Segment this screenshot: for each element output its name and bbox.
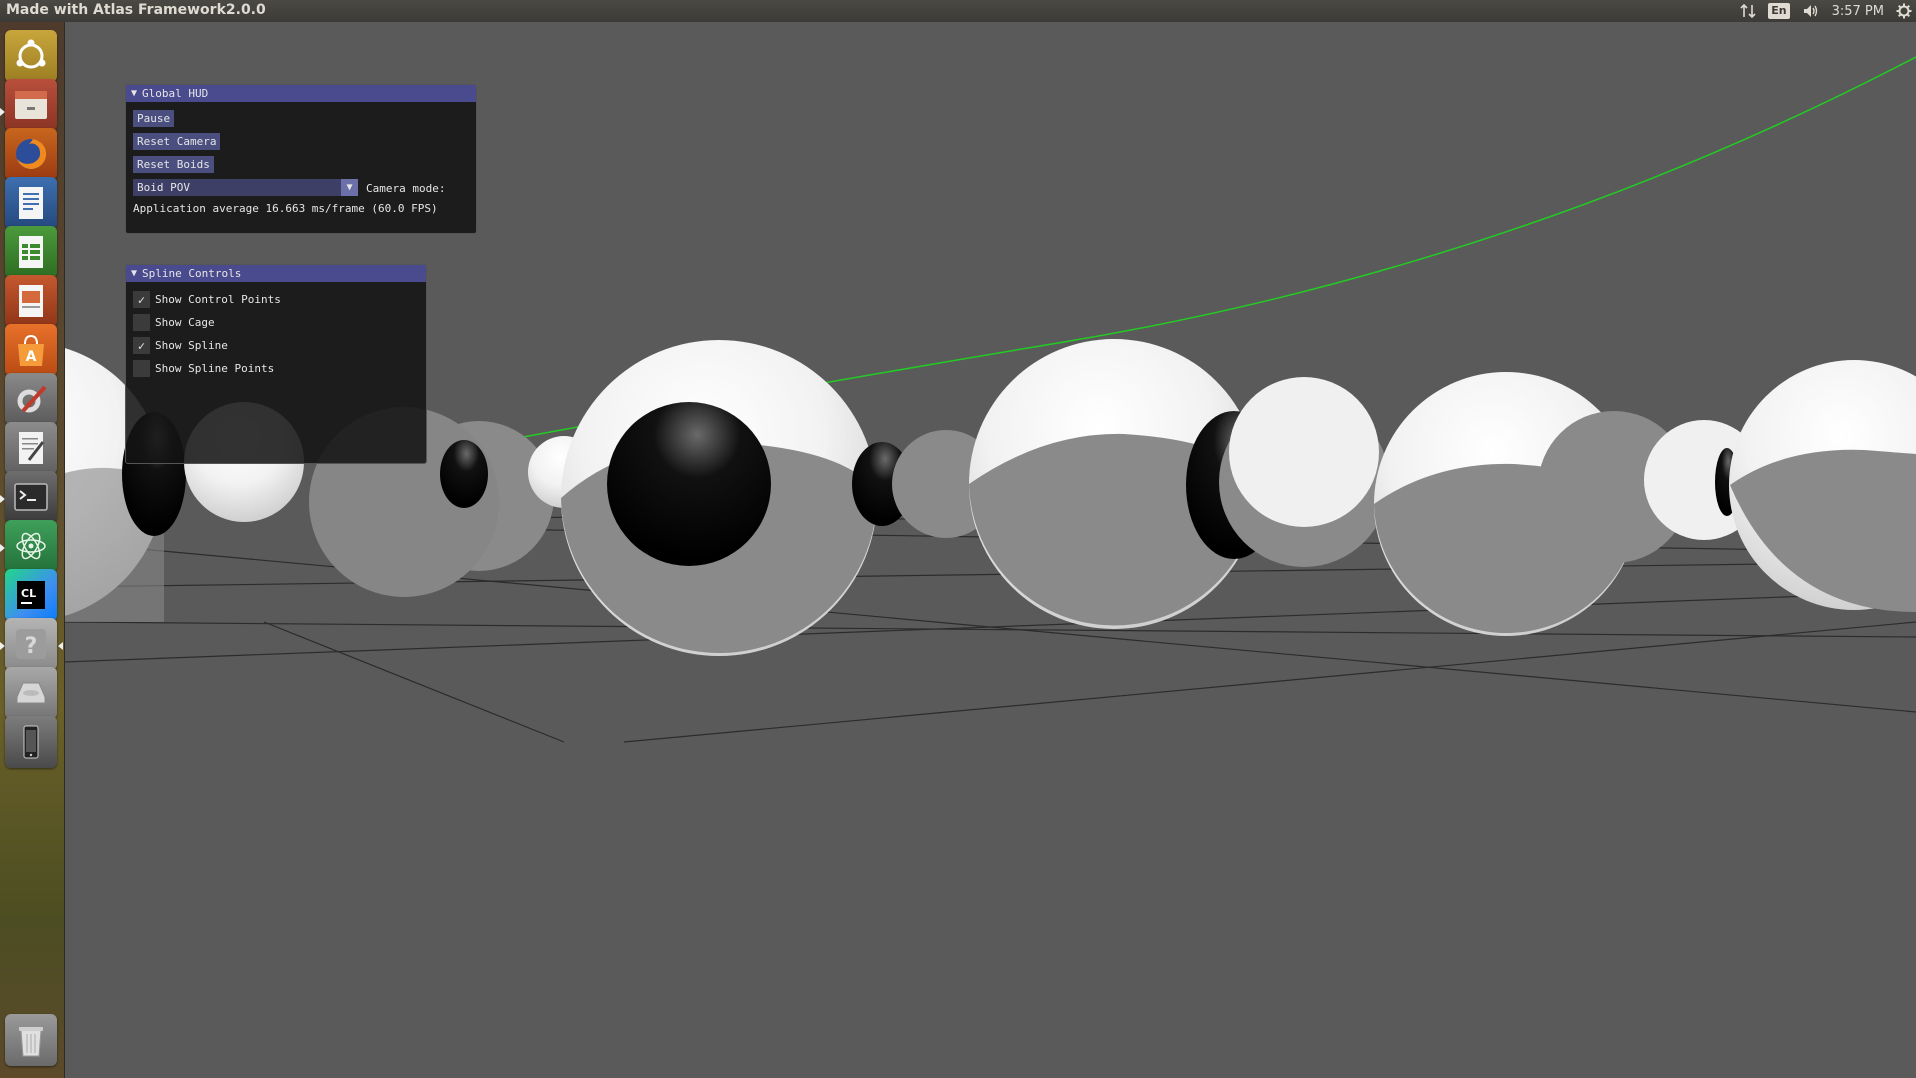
- checkmark-icon[interactable]: ✓: [133, 337, 150, 354]
- collapse-triangle-icon[interactable]: ▼: [131, 88, 137, 99]
- volume-icon[interactable]: [1802, 0, 1820, 22]
- camera-mode-select[interactable]: Boid POV ▼: [133, 179, 358, 196]
- phone-icon[interactable]: [5, 716, 57, 768]
- firefox-icon[interactable]: [5, 128, 57, 180]
- terminal-icon[interactable]: [5, 471, 57, 523]
- settings-icon[interactable]: [5, 373, 57, 425]
- help-icon[interactable]: ?: [5, 618, 57, 670]
- drive-icon[interactable]: [5, 667, 57, 719]
- svg-text:CL: CL: [21, 587, 36, 600]
- clock[interactable]: 3:57 PM: [1832, 0, 1884, 22]
- checkbox-empty[interactable]: [133, 314, 150, 331]
- focused-indicator: [58, 642, 63, 650]
- reset-boids-label: Reset Boids: [137, 158, 210, 171]
- text-editor-icon[interactable]: [5, 422, 57, 474]
- svg-text:A: A: [26, 349, 37, 365]
- checkbox-label: Show Spline Points: [155, 362, 275, 375]
- camera-mode-label: Camera mode:: [366, 182, 446, 195]
- ubuntu-dash-icon[interactable]: [5, 30, 57, 82]
- writer-icon[interactable]: [5, 177, 57, 229]
- global-hud-title: Global HUD: [142, 87, 209, 100]
- spline-controls-titlebar[interactable]: ▼ Spline Controls: [126, 265, 426, 282]
- svg-text:?: ?: [25, 634, 38, 659]
- checkbox-empty[interactable]: [133, 360, 150, 377]
- atom-icon[interactable]: [5, 520, 57, 572]
- reset-camera-label: Reset Camera: [137, 135, 217, 148]
- app-title: Made with Atlas Framework2.0.0: [6, 2, 266, 18]
- checkbox-label: Show Control Points: [155, 293, 281, 306]
- checkbox-label: Show Cage: [155, 316, 215, 329]
- global-hud-titlebar[interactable]: ▼ Global HUD: [126, 85, 476, 102]
- camera-mode-value: Boid POV: [137, 181, 190, 194]
- spline-controls-window: ▼ Spline Controls ✓ Show Control Points …: [125, 264, 427, 464]
- system-tray: En 3:57 PM: [1734, 0, 1916, 22]
- gear-icon[interactable]: [1896, 0, 1912, 22]
- show-cage-checkbox[interactable]: Show Cage: [133, 314, 215, 331]
- top-panel: Made with Atlas Framework2.0.0 En 3:57 P…: [0, 0, 1916, 22]
- spline-controls-title: Spline Controls: [142, 267, 242, 280]
- show-spline-points-checkbox[interactable]: Show Spline Points: [133, 360, 274, 377]
- pause-button-label: Pause: [137, 112, 171, 125]
- files-icon[interactable]: [5, 79, 57, 131]
- collapse-triangle-icon[interactable]: ▼: [131, 268, 137, 279]
- reset-camera-button[interactable]: Reset Camera: [133, 133, 221, 150]
- show-control-points-checkbox[interactable]: ✓ Show Control Points: [133, 291, 281, 308]
- clion-icon[interactable]: CL: [5, 569, 57, 621]
- network-icon[interactable]: [1740, 0, 1756, 22]
- dropdown-arrow-icon[interactable]: ▼: [341, 179, 358, 196]
- pause-button[interactable]: Pause: [133, 110, 175, 127]
- launcher: A CL ?: [0, 22, 65, 1078]
- show-spline-checkbox[interactable]: ✓ Show Spline: [133, 337, 228, 354]
- fps-stats: Application average 16.663 ms/frame (60.…: [133, 202, 438, 215]
- global-hud-window: ▼ Global HUD Pause Reset Camera Reset Bo…: [125, 84, 477, 234]
- calc-icon[interactable]: [5, 226, 57, 278]
- impress-icon[interactable]: [5, 275, 57, 327]
- trash-icon[interactable]: [5, 1014, 57, 1066]
- checkmark-icon[interactable]: ✓: [133, 291, 150, 308]
- keyboard-language-indicator[interactable]: En: [1768, 0, 1790, 22]
- checkbox-label: Show Spline: [155, 339, 228, 352]
- reset-boids-button[interactable]: Reset Boids: [133, 156, 214, 173]
- language-label: En: [1768, 3, 1790, 19]
- software-center-icon[interactable]: A: [5, 324, 57, 376]
